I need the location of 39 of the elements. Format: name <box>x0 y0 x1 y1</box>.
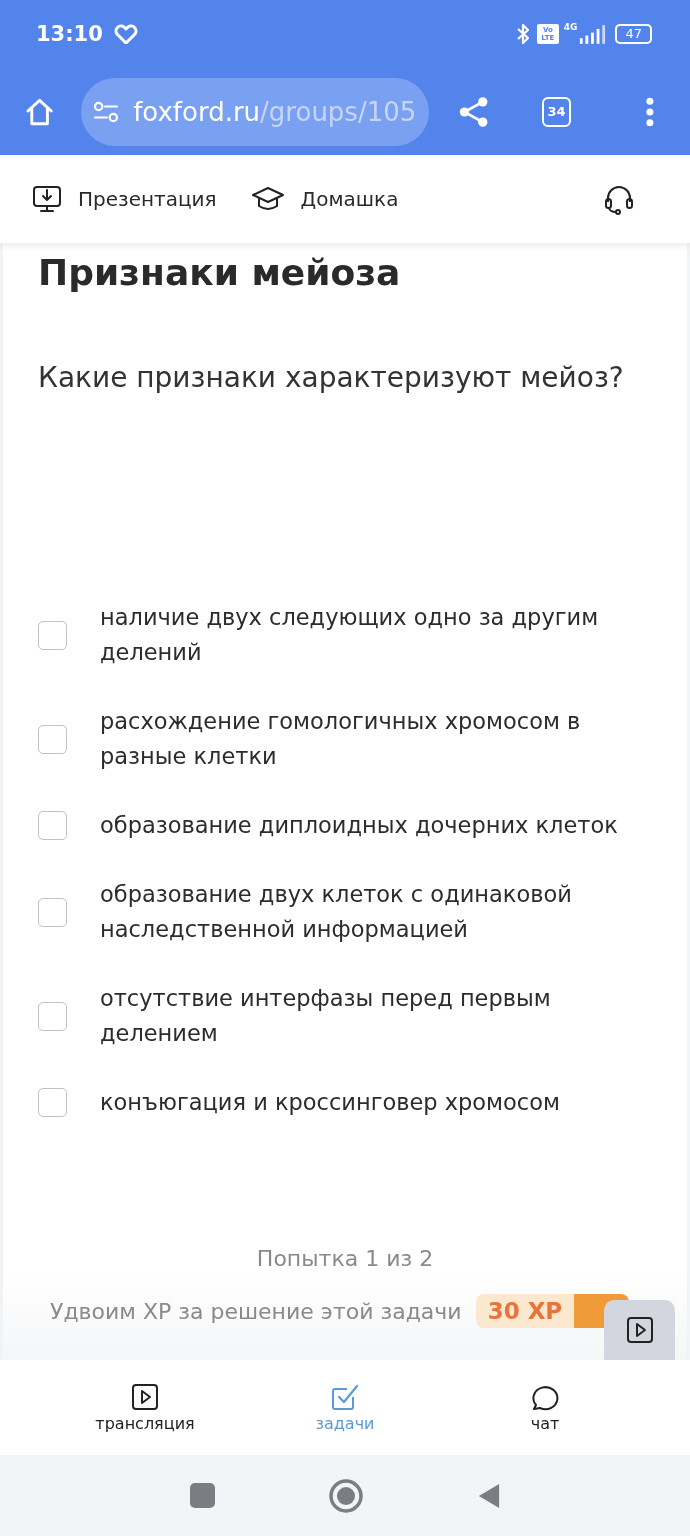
play-square-icon <box>131 1382 159 1411</box>
headset-icon[interactable] <box>604 183 634 215</box>
answer-option-text[interactable]: образование диплоидных дочерних клеток <box>100 808 652 843</box>
network-type: 4G <box>563 22 578 32</box>
attempt-counter: Попытка 1 из 2 <box>255 1245 435 1273</box>
question-text: Какие признаки характеризуют мейоз? <box>38 360 625 396</box>
answer-option-text[interactable]: отсутствие интерфазы перед первым делением <box>100 981 652 1051</box>
answer-checkbox[interactable] <box>38 1088 67 1117</box>
answer-option-text[interactable]: образование двух клеток с одинаковой наследственной информацией <box>100 877 652 947</box>
heart-icon <box>113 24 138 44</box>
presentation-button[interactable]: Презентация <box>32 184 217 214</box>
play-square-icon <box>625 1316 654 1344</box>
answer-checkbox[interactable] <box>38 1001 67 1031</box>
site-settings-icon[interactable] <box>93 100 120 123</box>
answer-checkbox[interactable] <box>38 620 67 650</box>
bonus-text: Удвоим XP за решение этой задачи <box>50 1298 462 1324</box>
checkbox-icon <box>331 1382 359 1411</box>
task-title: Признаки мейоза <box>38 251 402 295</box>
answer-option-text[interactable]: наличие двух следующих одно за другим делений <box>100 600 652 670</box>
answer-option-text[interactable]: конъюгация и кроссинговер хромосом <box>100 1085 652 1120</box>
battery-indicator: 47 <box>615 24 652 44</box>
answer-checkbox[interactable] <box>38 897 67 927</box>
answer-checkbox[interactable] <box>38 811 67 840</box>
answer-option-text[interactable]: расхождение гомологичных хромосом в разные клетки <box>100 704 652 774</box>
signal-icon <box>578 24 607 44</box>
graduation-cap-icon <box>250 186 285 212</box>
bottom-nav-tab[interactable]: чат <box>530 1382 560 1433</box>
status-time: 13:10 <box>36 22 103 46</box>
recents-button[interactable] <box>189 1483 215 1508</box>
home-button-icon[interactable] <box>327 1477 364 1514</box>
tab-count-button[interactable]: 34 <box>541 96 572 127</box>
monitor-download-icon <box>32 184 62 214</box>
menu-icon[interactable] <box>646 96 654 127</box>
url-text: foxford.ru/groups/105 <box>133 96 417 127</box>
answer-checkbox[interactable] <box>38 724 67 754</box>
homework-button[interactable]: Домашка <box>250 186 399 212</box>
video-button[interactable] <box>604 1300 675 1360</box>
xp-badge: 30 XP <box>475 1294 575 1328</box>
bottom-nav-tab[interactable]: трансляция <box>95 1382 195 1433</box>
